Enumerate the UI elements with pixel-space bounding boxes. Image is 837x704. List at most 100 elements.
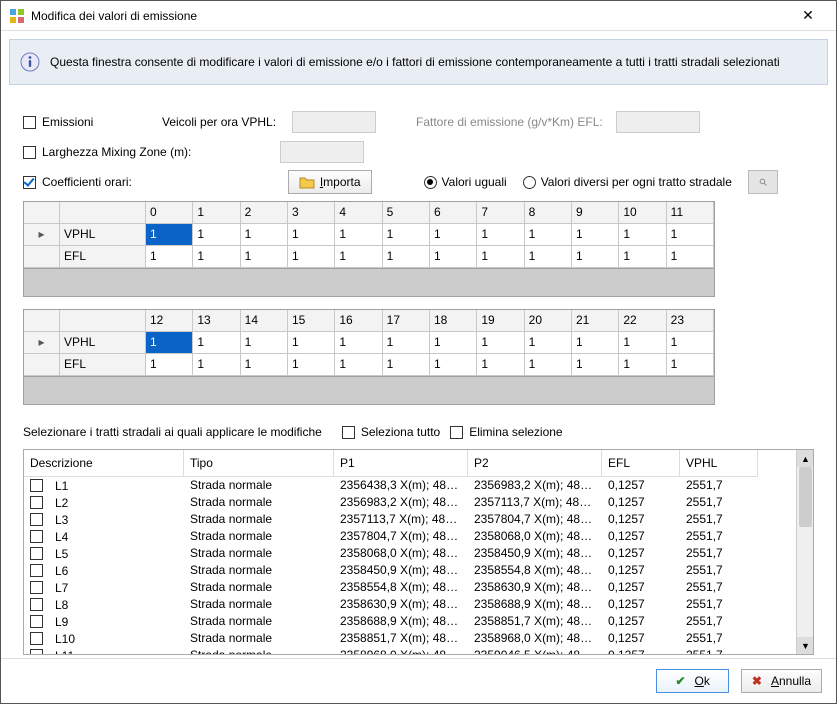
grid-cell[interactable]: 1 bbox=[667, 246, 714, 268]
table-row[interactable]: L5Strada normale2358068,0 X(m); 48559...… bbox=[24, 545, 796, 562]
list-col-header[interactable]: VPHL bbox=[680, 450, 758, 477]
grid-cell[interactable]: 1 bbox=[193, 246, 240, 268]
grid-cell[interactable]: 1 bbox=[525, 224, 572, 246]
grid-cell[interactable]: 1 bbox=[525, 332, 572, 354]
table-row[interactable]: L9Strada normale2358688,9 X(m); 48554...… bbox=[24, 613, 796, 630]
close-button[interactable]: ✕ bbox=[788, 7, 828, 24]
radio-equal[interactable] bbox=[424, 176, 437, 189]
cancel-button[interactable]: ✖ Annulla bbox=[741, 669, 822, 693]
grid-cell[interactable]: 1 bbox=[335, 354, 382, 376]
grid-cell[interactable]: 1 bbox=[383, 224, 430, 246]
import-button[interactable]: Importa bbox=[288, 170, 372, 194]
radio-diff[interactable] bbox=[523, 176, 536, 189]
grid-cell[interactable]: 1 bbox=[241, 332, 288, 354]
grid-cell[interactable]: 1 bbox=[383, 332, 430, 354]
table-row[interactable]: L3Strada normale2357113,7 X(m); 48564...… bbox=[24, 511, 796, 528]
mixing-checkbox[interactable] bbox=[23, 146, 36, 159]
grid1[interactable]: 01234567891011▸VPHL111111111111EFL111111… bbox=[23, 201, 715, 269]
row-checkbox[interactable] bbox=[30, 581, 43, 594]
vphl-label: Veicoli per ora VPHL: bbox=[162, 115, 292, 129]
grid-cell[interactable]: 1 bbox=[477, 224, 524, 246]
row-checkbox[interactable] bbox=[30, 479, 43, 492]
emissioni-checkbox[interactable] bbox=[23, 116, 36, 129]
grid-cell[interactable]: 1 bbox=[241, 224, 288, 246]
grid-cell[interactable]: 1 bbox=[477, 246, 524, 268]
vphl-input[interactable] bbox=[292, 111, 376, 133]
row-checkbox[interactable] bbox=[30, 496, 43, 509]
grid-cell[interactable]: 1 bbox=[288, 332, 335, 354]
grid-cell[interactable]: 1 bbox=[335, 332, 382, 354]
list-col-header[interactable]: Tipo bbox=[184, 450, 334, 477]
grid-cell[interactable]: 1 bbox=[667, 332, 714, 354]
table-row[interactable]: L7Strada normale2358554,8 X(m); 48556...… bbox=[24, 579, 796, 596]
grid-cell[interactable]: 1 bbox=[619, 246, 666, 268]
grid-cell[interactable]: 1 bbox=[288, 246, 335, 268]
ok-button[interactable]: ✔ Ok bbox=[656, 669, 728, 693]
grid-col-header: 16 bbox=[335, 310, 382, 332]
row-checkbox[interactable] bbox=[30, 632, 43, 645]
grid-cell[interactable]: 1 bbox=[193, 354, 240, 376]
grid-cell[interactable]: 1 bbox=[193, 332, 240, 354]
grid-cell[interactable]: 1 bbox=[383, 354, 430, 376]
scroll-thumb[interactable] bbox=[799, 467, 812, 527]
list-col-header[interactable]: Descrizione bbox=[24, 450, 184, 477]
efl-input[interactable] bbox=[616, 111, 700, 133]
row-checkbox[interactable] bbox=[30, 530, 43, 543]
list-col-header[interactable]: P2 bbox=[468, 450, 602, 477]
table-row[interactable]: L2Strada normale2356983,2 X(m); 48565...… bbox=[24, 494, 796, 511]
grid-cell[interactable]: 1 bbox=[146, 246, 193, 268]
grid-cell[interactable]: 1 bbox=[241, 246, 288, 268]
table-row[interactable]: L4Strada normale2357804,7 X(m); 48561...… bbox=[24, 528, 796, 545]
list-scrollbar[interactable]: ▲ ▼ bbox=[796, 450, 813, 654]
table-row[interactable]: L10Strada normale2358851,7 X(m); 48549..… bbox=[24, 630, 796, 647]
mixing-input[interactable] bbox=[280, 141, 364, 163]
search-button[interactable] bbox=[748, 170, 778, 194]
grid-cell[interactable]: 1 bbox=[430, 354, 477, 376]
row-checkbox[interactable] bbox=[30, 513, 43, 526]
table-row[interactable]: L11Strada normale2358968,0 X(m); 48545..… bbox=[24, 647, 796, 654]
grid-cell[interactable]: 1 bbox=[619, 354, 666, 376]
grid-cell[interactable]: 1 bbox=[288, 354, 335, 376]
grid-cell[interactable]: 1 bbox=[146, 354, 193, 376]
grid-cell[interactable]: 1 bbox=[241, 354, 288, 376]
grid-cell[interactable]: 1 bbox=[667, 354, 714, 376]
grid-cell[interactable]: 1 bbox=[430, 246, 477, 268]
grid-cell[interactable]: 1 bbox=[477, 332, 524, 354]
grid-cell[interactable]: 1 bbox=[430, 224, 477, 246]
grid-cell[interactable]: 1 bbox=[193, 224, 240, 246]
grid-cell[interactable]: 1 bbox=[146, 332, 193, 354]
row-checkbox[interactable] bbox=[30, 564, 43, 577]
grid-cell[interactable]: 1 bbox=[525, 354, 572, 376]
grid-cell[interactable]: 1 bbox=[572, 332, 619, 354]
grid-cell[interactable]: 1 bbox=[667, 224, 714, 246]
select-all-checkbox[interactable] bbox=[342, 426, 355, 439]
table-row[interactable]: L1Strada normale2356438,3 X(m); 48569...… bbox=[24, 477, 796, 494]
row-checkbox[interactable] bbox=[30, 615, 43, 628]
table-row[interactable]: L8Strada normale2358630,9 X(m); 48555...… bbox=[24, 596, 796, 613]
coeff-checkbox[interactable] bbox=[23, 176, 36, 189]
grid-cell[interactable]: 1 bbox=[572, 354, 619, 376]
row-checkbox[interactable] bbox=[30, 598, 43, 611]
list-col-header[interactable]: P1 bbox=[334, 450, 468, 477]
grid-cell[interactable]: 1 bbox=[288, 224, 335, 246]
grid-cell[interactable]: 1 bbox=[572, 224, 619, 246]
row-checkbox[interactable] bbox=[30, 649, 43, 654]
grid-col-header: 7 bbox=[477, 202, 524, 224]
table-row[interactable]: L6Strada normale2358450,9 X(m); 48557...… bbox=[24, 562, 796, 579]
grid-cell[interactable]: 1 bbox=[525, 246, 572, 268]
grid2[interactable]: 121314151617181920212223▸VPHL11111111111… bbox=[23, 309, 715, 377]
grid-cell[interactable]: 1 bbox=[335, 246, 382, 268]
grid-cell[interactable]: 1 bbox=[572, 246, 619, 268]
grid-cell[interactable]: 1 bbox=[477, 354, 524, 376]
grid-cell[interactable]: 1 bbox=[335, 224, 382, 246]
clear-selection-checkbox[interactable] bbox=[450, 426, 463, 439]
grid-cell[interactable]: 1 bbox=[383, 246, 430, 268]
scroll-down-icon[interactable]: ▼ bbox=[797, 637, 814, 654]
grid-cell[interactable]: 1 bbox=[619, 332, 666, 354]
row-checkbox[interactable] bbox=[30, 547, 43, 560]
grid-cell[interactable]: 1 bbox=[619, 224, 666, 246]
grid-cell[interactable]: 1 bbox=[430, 332, 477, 354]
grid-cell[interactable]: 1 bbox=[146, 224, 193, 246]
list-col-header[interactable]: EFL bbox=[602, 450, 680, 477]
scroll-up-icon[interactable]: ▲ bbox=[797, 450, 814, 467]
